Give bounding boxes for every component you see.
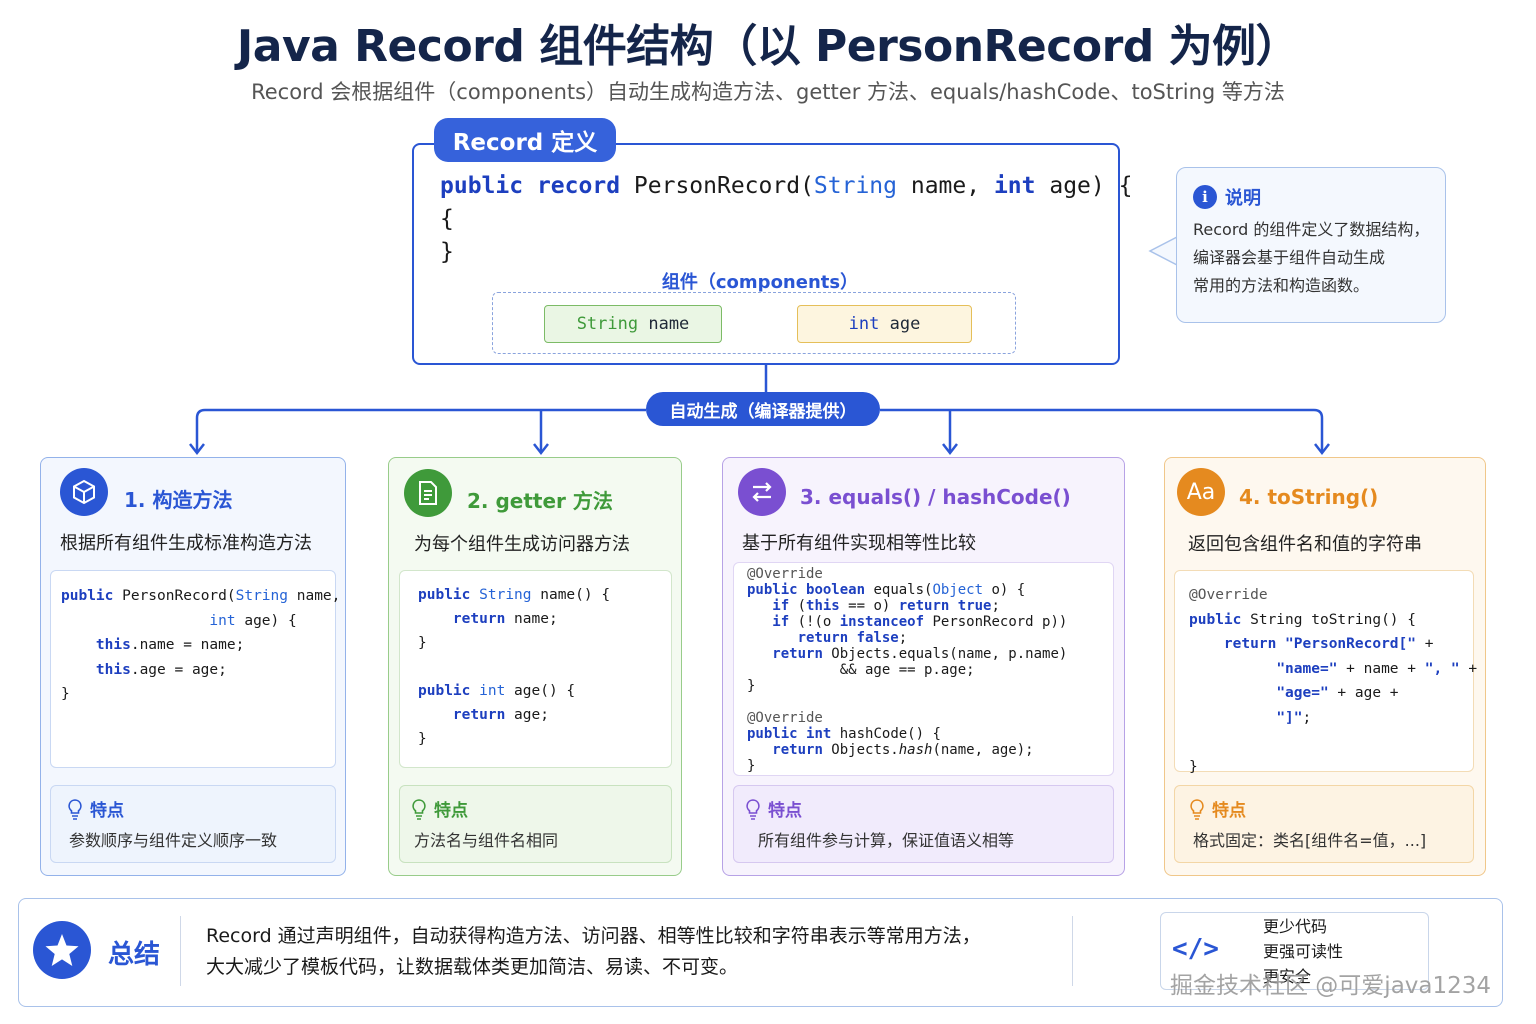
note-pointer xyxy=(1148,236,1178,266)
code-text: age) { xyxy=(1035,173,1133,199)
card-title: 1. 构造方法 xyxy=(124,488,233,512)
summary-divider xyxy=(1072,916,1073,986)
summary-line: 大大减少了模板代码，让数据载体类更加简洁、易读、不可变。 xyxy=(206,956,739,978)
note-title: 说明 xyxy=(1225,188,1261,209)
card-description: 根据所有组件生成标准构造方法 xyxy=(60,533,312,554)
note-header: i 说明 xyxy=(1193,184,1261,210)
note-line: 编译器会基于组件自动生成 xyxy=(1193,248,1386,267)
lightbulb-icon xyxy=(68,798,82,820)
code-text: name, xyxy=(897,173,994,199)
summary-line: Record 通过声明组件，自动获得构造方法、访问器、相等性比较和字符串表示等常… xyxy=(206,925,981,947)
summary-label: 总结 xyxy=(108,940,161,970)
feature-title: 特点 xyxy=(434,801,468,821)
lightbulb-icon xyxy=(746,798,760,820)
feature-header: 特点 xyxy=(66,796,124,821)
card-description: 返回包含组件名和值的字符串 xyxy=(1188,534,1422,555)
cube-icon xyxy=(60,468,108,516)
font-icon: Aa xyxy=(1177,468,1225,516)
code-brace-close: } xyxy=(440,239,454,265)
star-icon xyxy=(33,921,91,979)
swap-icon xyxy=(738,468,786,516)
component-chip-name: String name xyxy=(544,305,722,343)
feature-title: 特点 xyxy=(768,801,802,821)
feature-description: 所有组件参与计算，保证值语义相等 xyxy=(758,831,1015,850)
chip-type: int xyxy=(848,314,880,334)
feature-description: 参数顺序与组件定义顺序一致 xyxy=(69,831,278,850)
summary-text: Record 通过声明组件，自动获得构造方法、访问器、相等性比较和字符串表示等常… xyxy=(206,921,981,983)
card-title: 3. equals() / hashCode() xyxy=(800,485,1071,509)
feature-description: 方法名与组件名相同 xyxy=(414,831,559,850)
getter-code: public String name() { return name; } pu… xyxy=(418,587,611,747)
constructor-code: public PersonRecord(String name, int age… xyxy=(61,588,341,702)
code-icon: </> xyxy=(1172,934,1219,964)
summary-divider xyxy=(180,916,181,986)
document-icon xyxy=(404,469,452,517)
code-keyword: record xyxy=(536,173,621,199)
feature-header: 特点 xyxy=(410,796,468,821)
feature-header: 特点 xyxy=(1188,796,1246,821)
note-line: 常用的方法和构造函数。 xyxy=(1193,276,1370,295)
code-type: String xyxy=(813,173,898,199)
components-label: 组件（components） xyxy=(661,272,859,293)
record-declaration-code: public record PersonRecord(String name, … xyxy=(440,170,1132,269)
chip-name: age xyxy=(879,314,921,334)
auto-generated-label: 自动生成（编译器提供） xyxy=(646,392,880,426)
card-title: 2. getter 方法 xyxy=(467,489,613,513)
watermark: 掘金技术社区 @可爱java1234 xyxy=(1170,973,1492,999)
tostring-code: @Override public String toString() { ret… xyxy=(1189,587,1478,775)
lightbulb-icon xyxy=(1190,798,1204,820)
feature-header: 特点 xyxy=(744,796,802,821)
card-description: 基于所有组件实现相等性比较 xyxy=(742,533,976,554)
equals-hashcode-code: @Override public boolean equals(Object o… xyxy=(747,566,1068,774)
code-brace-open: { xyxy=(440,206,454,232)
info-icon: i xyxy=(1193,185,1217,209)
card-description: 为每个组件生成访问器方法 xyxy=(414,534,630,555)
feature-description: 格式固定：类名[组件名=值，...] xyxy=(1193,831,1427,850)
code-keyword: public xyxy=(440,173,524,199)
record-definition-tab: Record 定义 xyxy=(434,118,616,162)
code-text: PersonRecord( xyxy=(633,173,814,199)
feature-title: 特点 xyxy=(90,801,124,821)
note-body: Record 的组件定义了数据结构， 编译器会基于组件自动生成 常用的方法和构造… xyxy=(1193,216,1443,300)
chip-name: name xyxy=(638,314,690,334)
benefit-item: 更少代码 xyxy=(1263,917,1328,936)
note-line: Record 的组件定义了数据结构， xyxy=(1193,220,1430,239)
component-chip-age: int age xyxy=(797,305,972,343)
code-type: int xyxy=(993,173,1036,199)
feature-title: 特点 xyxy=(1212,801,1246,821)
benefit-item: 更强可读性 xyxy=(1263,942,1344,961)
lightbulb-icon xyxy=(412,798,426,820)
card-title: 4. toString() xyxy=(1239,485,1379,509)
chip-type: String xyxy=(576,314,639,334)
